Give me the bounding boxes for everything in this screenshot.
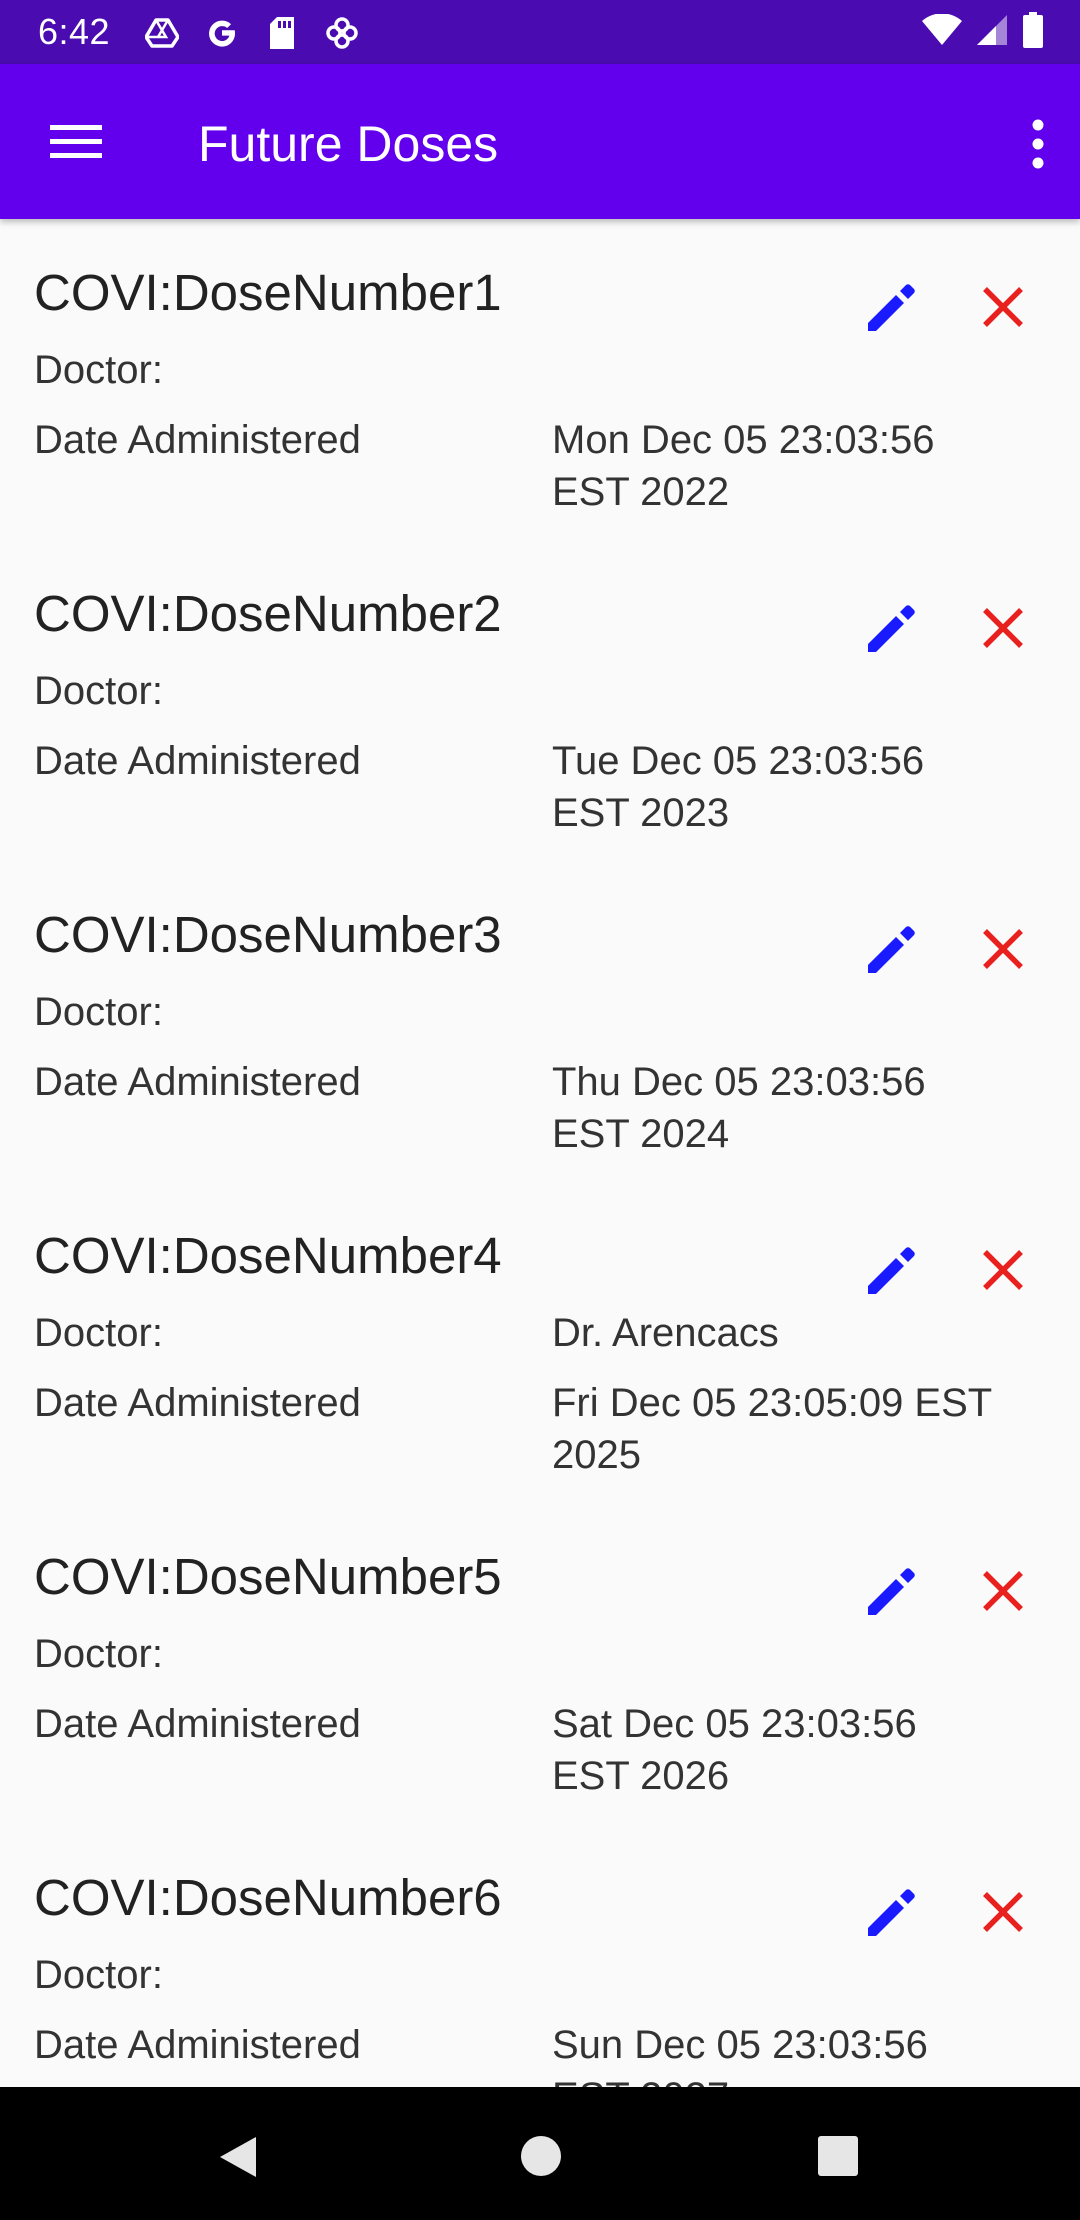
dose-title: COVI:DoseNumber1: [34, 264, 502, 321]
home-icon[interactable]: [520, 2135, 562, 2177]
edit-button[interactable]: [864, 1884, 920, 1940]
status-time: 6:42: [38, 11, 111, 52]
date-administered-value: Fri Dec 05 23:05:09 EST 2025: [552, 1381, 993, 1477]
navigation-bar: [0, 2087, 1080, 2220]
pencil-icon: [868, 926, 915, 973]
doctor-label: Doctor:: [34, 990, 163, 1034]
doctor-label: Doctor:: [34, 1953, 163, 1997]
dose-title: COVI:DoseNumber4: [34, 1227, 502, 1284]
date-administered-label: Date Administered: [34, 418, 361, 462]
google-icon: [203, 14, 241, 52]
wifi-icon: [922, 12, 962, 51]
page-title: Future Doses: [198, 116, 499, 172]
doctor-value: Dr. Arencacs: [552, 1311, 779, 1355]
cell-signal-icon: [976, 14, 1008, 51]
delete-button[interactable]: [981, 1569, 1025, 1613]
delete-button[interactable]: [981, 1248, 1025, 1292]
drive-icon: [143, 14, 181, 52]
close-icon: [983, 287, 1023, 327]
dose-item: COVI:DoseNumber2 Doctor: Date Administer…: [0, 540, 1080, 861]
close-icon: [983, 929, 1023, 969]
back-icon[interactable]: [218, 2135, 258, 2179]
date-administered-label: Date Administered: [34, 1060, 361, 1104]
dose-title: COVI:DoseNumber2: [34, 585, 502, 642]
battery-icon: [1022, 11, 1044, 53]
more-vert-icon[interactable]: [1026, 116, 1050, 172]
edit-button[interactable]: [864, 1242, 920, 1298]
notification-icons: [143, 13, 361, 53]
doctor-label: Doctor:: [34, 348, 163, 392]
delete-button[interactable]: [981, 927, 1025, 971]
pencil-icon: [868, 1568, 915, 1615]
edit-button[interactable]: [864, 600, 920, 656]
pencil-icon: [868, 605, 915, 652]
date-administered-value: Tue Dec 05 23:03:56 EST 2023: [552, 739, 925, 835]
sd-card-icon: [263, 14, 301, 52]
status-bar: 6:42: [0, 0, 1080, 64]
pinwheel-icon: [323, 14, 361, 52]
date-administered-label: Date Administered: [34, 1381, 361, 1425]
edit-button[interactable]: [864, 921, 920, 977]
pencil-icon: [868, 1247, 915, 1294]
date-administered-value: Thu Dec 05 23:03:56 EST 2024: [552, 1060, 926, 1156]
close-icon: [983, 1892, 1023, 1932]
delete-button[interactable]: [981, 1890, 1025, 1934]
dose-list[interactable]: COVI:DoseNumber1 Doctor: Date Administer…: [0, 219, 1080, 2087]
edit-button[interactable]: [864, 279, 920, 335]
doctor-label: Doctor:: [34, 669, 163, 713]
app-bar: Future Doses: [0, 64, 1080, 219]
date-administered-label: Date Administered: [34, 739, 361, 783]
system-status-icons: [922, 11, 1044, 53]
dose-title: COVI:DoseNumber3: [34, 906, 502, 963]
close-icon: [983, 1250, 1023, 1290]
dose-item: COVI:DoseNumber5 Doctor: Date Administer…: [0, 1503, 1080, 1824]
dose-item: COVI:DoseNumber3 Doctor: Date Administer…: [0, 861, 1080, 1182]
close-icon: [983, 608, 1023, 648]
date-administered-value: Sat Dec 05 23:03:56 EST 2026: [552, 1702, 917, 1798]
pencil-icon: [868, 284, 915, 331]
dose-title: COVI:DoseNumber6: [34, 1869, 502, 1926]
date-administered-label: Date Administered: [34, 2023, 361, 2067]
doctor-label: Doctor:: [34, 1632, 163, 1676]
dose-item: COVI:DoseNumber6 Doctor: Date Administer…: [0, 1824, 1080, 2087]
dose-item: COVI:DoseNumber4 Doctor: Dr. Arencacs Da…: [0, 1182, 1080, 1503]
recents-icon[interactable]: [817, 2135, 859, 2177]
delete-button[interactable]: [981, 606, 1025, 650]
dose-item: COVI:DoseNumber1 Doctor: Date Administer…: [0, 219, 1080, 540]
date-administered-label: Date Administered: [34, 1702, 361, 1746]
dose-title: COVI:DoseNumber5: [34, 1548, 502, 1605]
delete-button[interactable]: [981, 285, 1025, 329]
close-icon: [983, 1571, 1023, 1611]
date-administered-value: Sun Dec 05 23:03:56EST 2027: [552, 2023, 928, 2087]
pencil-icon: [868, 1889, 915, 1936]
edit-button[interactable]: [864, 1563, 920, 1619]
doctor-label: Doctor:: [34, 1311, 163, 1355]
date-administered-value: Mon Dec 05 23:03:56 EST 2022: [552, 418, 935, 514]
hamburger-menu-icon[interactable]: [48, 120, 106, 164]
